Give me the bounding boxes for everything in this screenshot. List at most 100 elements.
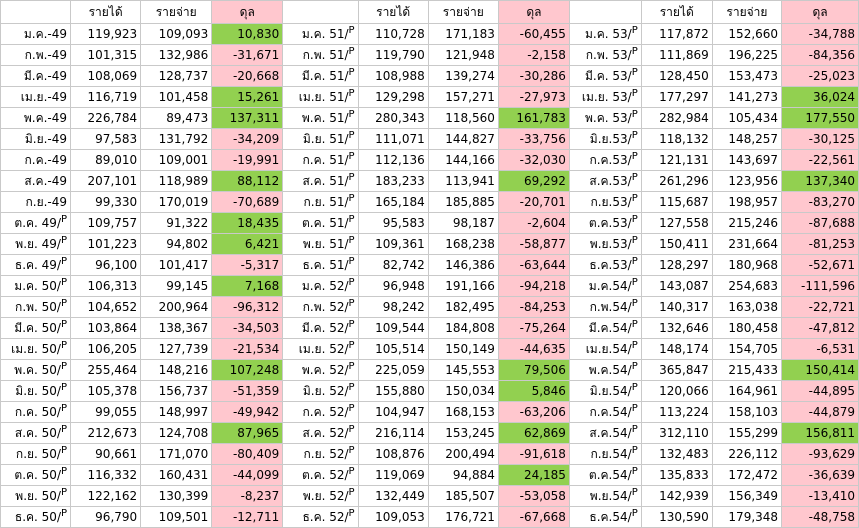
balance-cell[interactable]: -94,218 <box>497 275 570 297</box>
expense-cell[interactable]: 91,322 <box>140 212 213 234</box>
balance-cell[interactable]: -34,209 <box>211 128 284 150</box>
month-cell[interactable]: มี.ค.54/P <box>568 317 642 339</box>
income-cell[interactable]: 99,055 <box>70 401 142 423</box>
income-cell[interactable]: 103,864 <box>70 317 142 339</box>
month-cell[interactable]: มิ.ย.54/P <box>568 380 642 402</box>
month-cell[interactable]: พ.ย.54/P <box>568 485 642 507</box>
header-income[interactable]: รายได้ <box>357 0 429 24</box>
income-cell[interactable]: 108,988 <box>357 65 429 87</box>
income-cell[interactable]: 132,646 <box>640 317 713 339</box>
balance-cell[interactable]: -20,668 <box>211 65 284 87</box>
header-balance[interactable]: ดุล <box>211 0 284 24</box>
expense-cell[interactable]: 172,472 <box>711 464 783 486</box>
header-balance[interactable]: ดุล <box>781 0 859 24</box>
expense-cell[interactable]: 191,166 <box>427 275 499 297</box>
month-cell[interactable]: มิ.ย.53/P <box>568 128 642 150</box>
expense-cell[interactable]: 127,739 <box>140 338 213 360</box>
balance-cell[interactable]: 177,550 <box>781 107 859 129</box>
income-cell[interactable]: 121,131 <box>640 149 713 171</box>
balance-cell[interactable]: -13,410 <box>781 485 859 507</box>
income-cell[interactable]: 101,223 <box>70 233 142 255</box>
expense-cell[interactable]: 215,433 <box>711 359 783 381</box>
month-cell[interactable]: ก.พ.-49 <box>0 44 72 66</box>
income-cell[interactable]: 105,378 <box>70 380 142 402</box>
income-cell[interactable]: 148,174 <box>640 338 713 360</box>
month-cell[interactable]: ต.ค.53/P <box>568 212 642 234</box>
income-cell[interactable]: 99,330 <box>70 191 142 213</box>
month-cell[interactable]: ม.ค. 51/P <box>282 23 359 45</box>
expense-cell[interactable]: 118,989 <box>140 170 213 192</box>
balance-cell[interactable]: -5,317 <box>211 254 284 276</box>
month-cell[interactable]: พ.ค. 53/P <box>568 107 642 129</box>
income-cell[interactable]: 150,411 <box>640 233 713 255</box>
balance-cell[interactable]: -44,099 <box>211 464 284 486</box>
month-cell[interactable]: ต.ค. 49/P <box>0 212 72 234</box>
balance-cell[interactable]: 18,435 <box>211 212 284 234</box>
expense-cell[interactable]: 118,560 <box>427 107 499 129</box>
balance-cell[interactable]: -8,237 <box>211 485 284 507</box>
income-cell[interactable]: 177,297 <box>640 86 713 108</box>
month-cell[interactable]: ธ.ค.53/P <box>568 254 642 276</box>
month-cell[interactable]: พ.ค. 50/P <box>0 359 72 381</box>
balance-cell[interactable]: -49,942 <box>211 401 284 423</box>
balance-cell[interactable]: 156,811 <box>781 422 859 444</box>
expense-cell[interactable]: 128,737 <box>140 65 213 87</box>
balance-cell[interactable]: 137,311 <box>211 107 284 129</box>
month-cell[interactable]: ก.ย. 50/P <box>0 443 72 465</box>
month-cell[interactable]: ธ.ค. 51/P <box>282 254 359 276</box>
income-cell[interactable]: 365,847 <box>640 359 713 381</box>
month-cell[interactable]: ก.พ. 50/P <box>0 296 72 318</box>
expense-cell[interactable]: 144,166 <box>427 149 499 171</box>
expense-cell[interactable]: 144,827 <box>427 128 499 150</box>
balance-cell[interactable]: -47,812 <box>781 317 859 339</box>
expense-cell[interactable]: 145,553 <box>427 359 499 381</box>
month-cell[interactable]: ต.ค. 52/P <box>282 464 359 486</box>
expense-cell[interactable]: 148,216 <box>140 359 213 381</box>
income-cell[interactable]: 90,661 <box>70 443 142 465</box>
income-cell[interactable]: 116,719 <box>70 86 142 108</box>
month-cell[interactable]: ก.ค. 51/P <box>282 149 359 171</box>
balance-cell[interactable]: -51,359 <box>211 380 284 402</box>
balance-cell[interactable]: 88,112 <box>211 170 284 192</box>
income-cell[interactable]: 105,514 <box>357 338 429 360</box>
header-month-cell[interactable] <box>0 0 72 24</box>
month-cell[interactable]: เม.ย.-49 <box>0 86 72 108</box>
income-cell[interactable]: 98,242 <box>357 296 429 318</box>
expense-cell[interactable]: 94,884 <box>427 464 499 486</box>
income-cell[interactable]: 280,343 <box>357 107 429 129</box>
expense-cell[interactable]: 105,434 <box>711 107 783 129</box>
income-cell[interactable]: 120,066 <box>640 380 713 402</box>
header-balance[interactable]: ดุล <box>497 0 570 24</box>
balance-cell[interactable]: 6,421 <box>211 233 284 255</box>
expense-cell[interactable]: 121,948 <box>427 44 499 66</box>
month-cell[interactable]: พ.ค.-49 <box>0 107 72 129</box>
income-cell[interactable]: 89,010 <box>70 149 142 171</box>
expense-cell[interactable]: 160,431 <box>140 464 213 486</box>
expense-cell[interactable]: 132,986 <box>140 44 213 66</box>
balance-cell[interactable]: -27,973 <box>497 86 570 108</box>
expense-cell[interactable]: 157,271 <box>427 86 499 108</box>
income-cell[interactable]: 82,742 <box>357 254 429 276</box>
income-cell[interactable]: 165,184 <box>357 191 429 213</box>
month-cell[interactable]: ก.ย.54/P <box>568 443 642 465</box>
month-cell[interactable]: ส.ค. 52/P <box>282 422 359 444</box>
month-cell[interactable]: ม.ค. 53/P <box>568 23 642 45</box>
month-cell[interactable]: ต.ค.54/P <box>568 464 642 486</box>
income-cell[interactable]: 96,790 <box>70 506 142 528</box>
month-cell[interactable]: ม.ค.54/P <box>568 275 642 297</box>
month-cell[interactable]: มี.ค.-49 <box>0 65 72 87</box>
expense-cell[interactable]: 158,103 <box>711 401 783 423</box>
month-cell[interactable]: ธ.ค. 52/P <box>282 506 359 528</box>
month-cell[interactable]: พ.ย.53/P <box>568 233 642 255</box>
expense-cell[interactable]: 168,153 <box>427 401 499 423</box>
balance-cell[interactable]: -52,671 <box>781 254 859 276</box>
income-cell[interactable]: 312,110 <box>640 422 713 444</box>
expense-cell[interactable]: 154,705 <box>711 338 783 360</box>
month-cell[interactable]: ก.พ. 51/P <box>282 44 359 66</box>
header-income[interactable]: รายได้ <box>70 0 142 24</box>
income-cell[interactable]: 155,880 <box>357 380 429 402</box>
expense-cell[interactable]: 153,245 <box>427 422 499 444</box>
balance-cell[interactable]: 150,414 <box>781 359 859 381</box>
month-cell[interactable]: ส.ค.53/P <box>568 170 642 192</box>
month-cell[interactable]: ก.ย.53/P <box>568 191 642 213</box>
